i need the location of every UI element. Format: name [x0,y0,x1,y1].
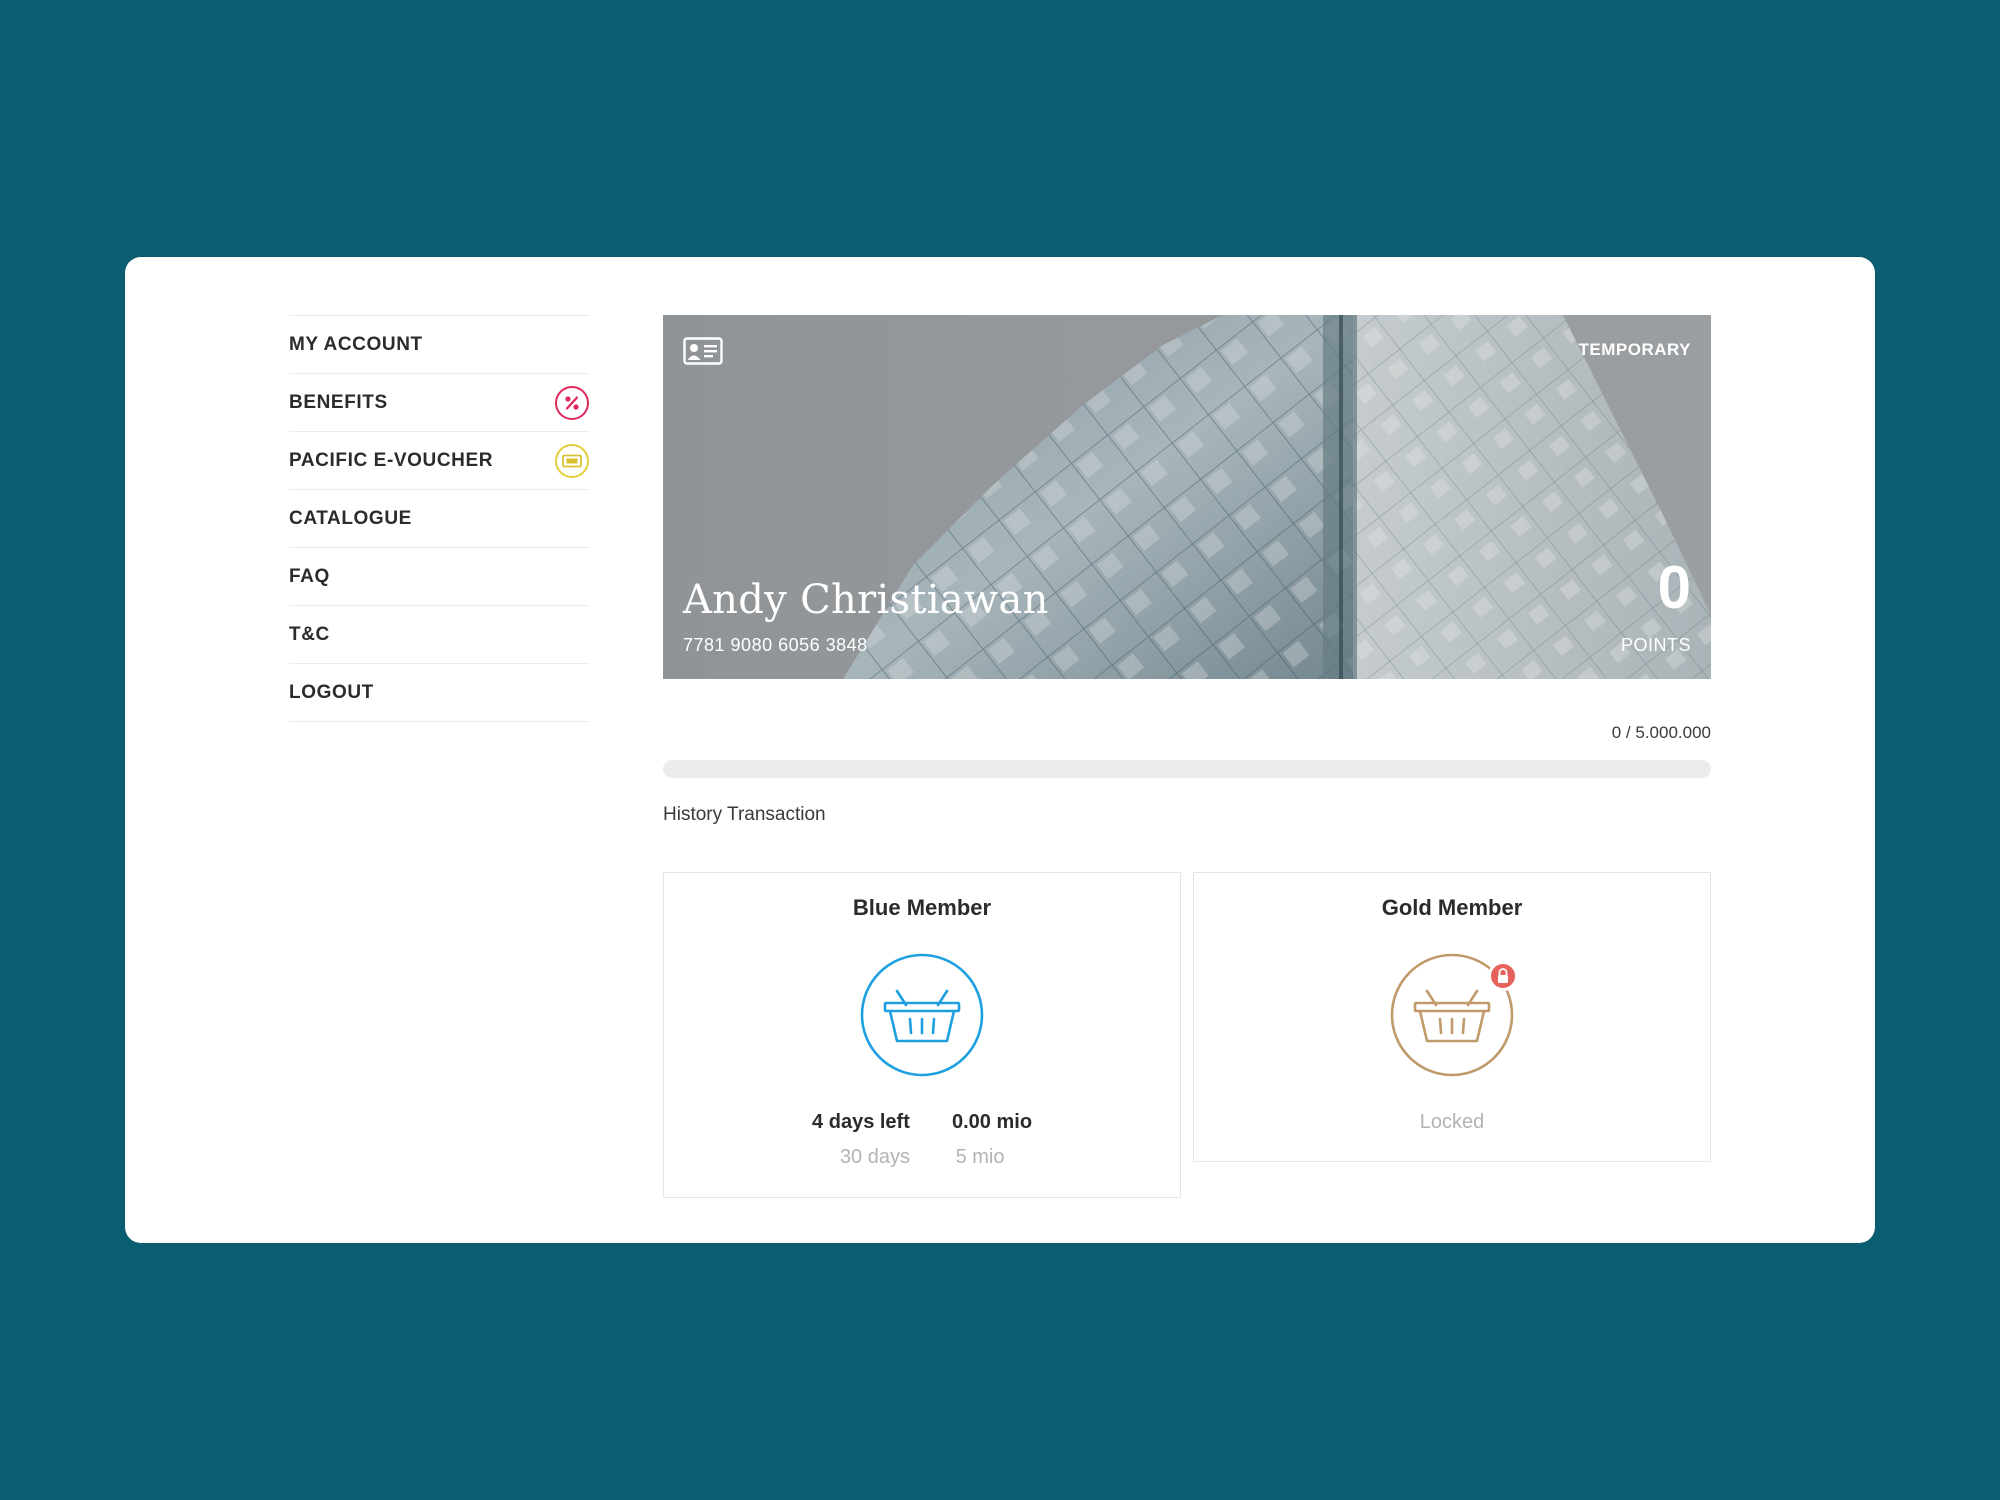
tier-title: Gold Member [1381,895,1523,920]
sidebar-item-benefits[interactable]: BENEFITS [289,374,589,432]
sidebar-item-label: BENEFITS [289,391,388,413]
sidebar-nav: MY ACCOUNT BENEFITS PACIFIC E-VOUCHER CA… [289,315,589,722]
points-label: POINTS [1620,635,1691,655]
sidebar-item-label: LOGOUT [289,681,374,703]
card-background-image [663,315,1711,679]
voucher-ticket-icon [555,443,589,478]
points-progress-bar [663,760,1711,778]
lock-icon [1488,961,1518,991]
history-transaction-link[interactable]: History Transaction [663,804,826,826]
sidebar-item-label: CATALOGUE [289,507,412,529]
tier-card-blue-member: Blue Member 4 days left 30 days 0.00 mio… [663,872,1181,1198]
sidebar-item-faq[interactable]: FAQ [289,548,589,606]
amount-stat: 0.00 mio 5 mio [952,1111,1032,1169]
progress-text: 0 / 5.000.000 [1611,723,1711,742]
membership-panel: MY ACCOUNT BENEFITS PACIFIC E-VOUCHER CA… [125,257,1875,1243]
sidebar-item-catalogue[interactable]: CATALOGUE [289,490,589,548]
basket-icon [1390,953,1518,1077]
days-left: 4 days left [812,1111,910,1133]
percent-icon [555,385,589,420]
membership-card: TEMPORARY Andy Christiawan 7781 9080 605… [663,315,1711,679]
sidebar-item-label: MY ACCOUNT [289,333,423,355]
basket-icon [860,953,984,1077]
days-stat: 4 days left 30 days [812,1111,910,1169]
days-total: 30 days [839,1146,910,1168]
sidebar-item-label: FAQ [289,565,330,587]
member-name: Andy Christiawan [683,577,1049,623]
amount-current: 0.00 mio [952,1111,1033,1133]
tier-title: Blue Member [852,895,992,920]
tier-card-gold-member: Gold Member Locked [1193,872,1711,1162]
card-status-label: TEMPORARY [1578,340,1691,359]
sidebar-item-pacific-e-voucher[interactable]: PACIFIC E-VOUCHER [289,432,589,490]
sidebar-item-label: T&C [289,623,330,645]
points-value: 0 [1657,554,1691,621]
amount-target: 5 mio [955,1146,1005,1168]
card-number: 7781 9080 6056 3848 [683,635,868,655]
id-card-icon [683,337,723,370]
tier-locked-status: Locked [1419,1111,1485,1133]
sidebar-item-tnc[interactable]: T&C [289,606,589,664]
sidebar-item-my-account[interactable]: MY ACCOUNT [289,316,589,374]
tier-stats: 4 days left 30 days 0.00 mio 5 mio [664,1111,1180,1169]
sidebar-item-label: PACIFIC E-VOUCHER [289,449,494,471]
sidebar-item-logout[interactable]: LOGOUT [289,664,589,722]
